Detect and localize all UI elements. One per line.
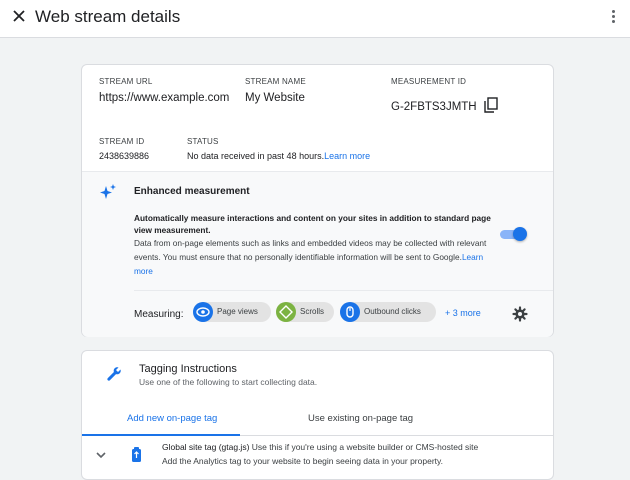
more-measurements-link[interactable]: + 3 more <box>445 308 481 318</box>
chip-outbound-clicks[interactable]: Outbound clicks <box>340 302 436 322</box>
measuring-label: Measuring: <box>134 309 184 320</box>
status-learn-more-link[interactable]: Learn more <box>324 151 370 161</box>
scroll-diamond-icon <box>276 302 296 322</box>
stream-url-label: STREAM URL <box>99 77 153 86</box>
status-value: No data received in past 48 hours.Learn … <box>187 151 370 161</box>
tab-use-existing-tag[interactable]: Use existing on-page tag <box>308 413 413 424</box>
enhanced-measurement-title: Enhanced measurement <box>134 186 250 197</box>
page-title: Web stream details <box>35 7 181 26</box>
gear-icon[interactable] <box>512 306 528 322</box>
tagging-subtitle: Use one of the following to start collec… <box>139 377 318 387</box>
enhanced-measurement-toggle[interactable] <box>500 227 527 241</box>
stream-name-label: STREAM NAME <box>245 77 306 86</box>
eye-icon <box>193 302 213 322</box>
more-vert-icon[interactable] <box>611 10 617 26</box>
top-bar: Web stream details <box>0 0 630 38</box>
stream-id-value: 2438639886 <box>99 151 150 161</box>
stream-url-value: https://www.example.com <box>99 92 230 104</box>
wrench-icon <box>107 367 121 381</box>
stream-id-label: STREAM ID <box>99 137 145 146</box>
chip-page-views[interactable]: Page views <box>193 302 271 322</box>
gtag-desc: Use this if you're using a website build… <box>249 442 479 452</box>
measurement-id-label: MEASUREMENT ID <box>391 77 467 86</box>
chevron-down-icon[interactable] <box>96 451 106 459</box>
enhanced-desc-text: Data from on-page elements such as links… <box>134 238 487 262</box>
mouse-icon <box>340 302 360 322</box>
chip-label: Outbound clicks <box>364 307 421 316</box>
sparkle-icon <box>100 184 116 199</box>
gtag-option-description: Add the Analytics tag to your website to… <box>162 456 443 466</box>
gtag-option-title[interactable]: Global site tag (gtag.js) Use this if yo… <box>162 442 478 452</box>
chip-scrolls[interactable]: Scrolls <box>276 302 334 322</box>
chip-label: Page views <box>217 307 258 316</box>
gtag-name: Global site tag (gtag.js) <box>162 442 250 452</box>
gtag-icon <box>132 447 141 462</box>
status-text: No data received in past 48 hours. <box>187 151 325 161</box>
copy-icon[interactable] <box>483 97 498 113</box>
close-icon[interactable] <box>10 7 28 25</box>
stream-name-value: My Website <box>245 92 305 104</box>
enhanced-description: Data from on-page elements such as links… <box>134 236 499 278</box>
tagging-title: Tagging Instructions <box>139 363 237 375</box>
tab-add-new-tag[interactable]: Add new on-page tag <box>127 413 217 424</box>
tagging-instructions-card: Tagging Instructions Use one of the foll… <box>81 350 554 480</box>
active-tab-indicator <box>82 434 240 436</box>
chip-label: Scrolls <box>300 307 325 316</box>
enhanced-measurement-section: Enhanced measurement Automatically measu… <box>82 171 553 337</box>
status-label: STATUS <box>187 137 219 146</box>
measurement-id-value: G-2FBTS3JMTH <box>391 101 477 113</box>
stream-details-card: STREAM URL https://www.example.com STREA… <box>81 64 554 337</box>
enhanced-bold-description: Automatically measure interactions and c… <box>134 213 491 235</box>
